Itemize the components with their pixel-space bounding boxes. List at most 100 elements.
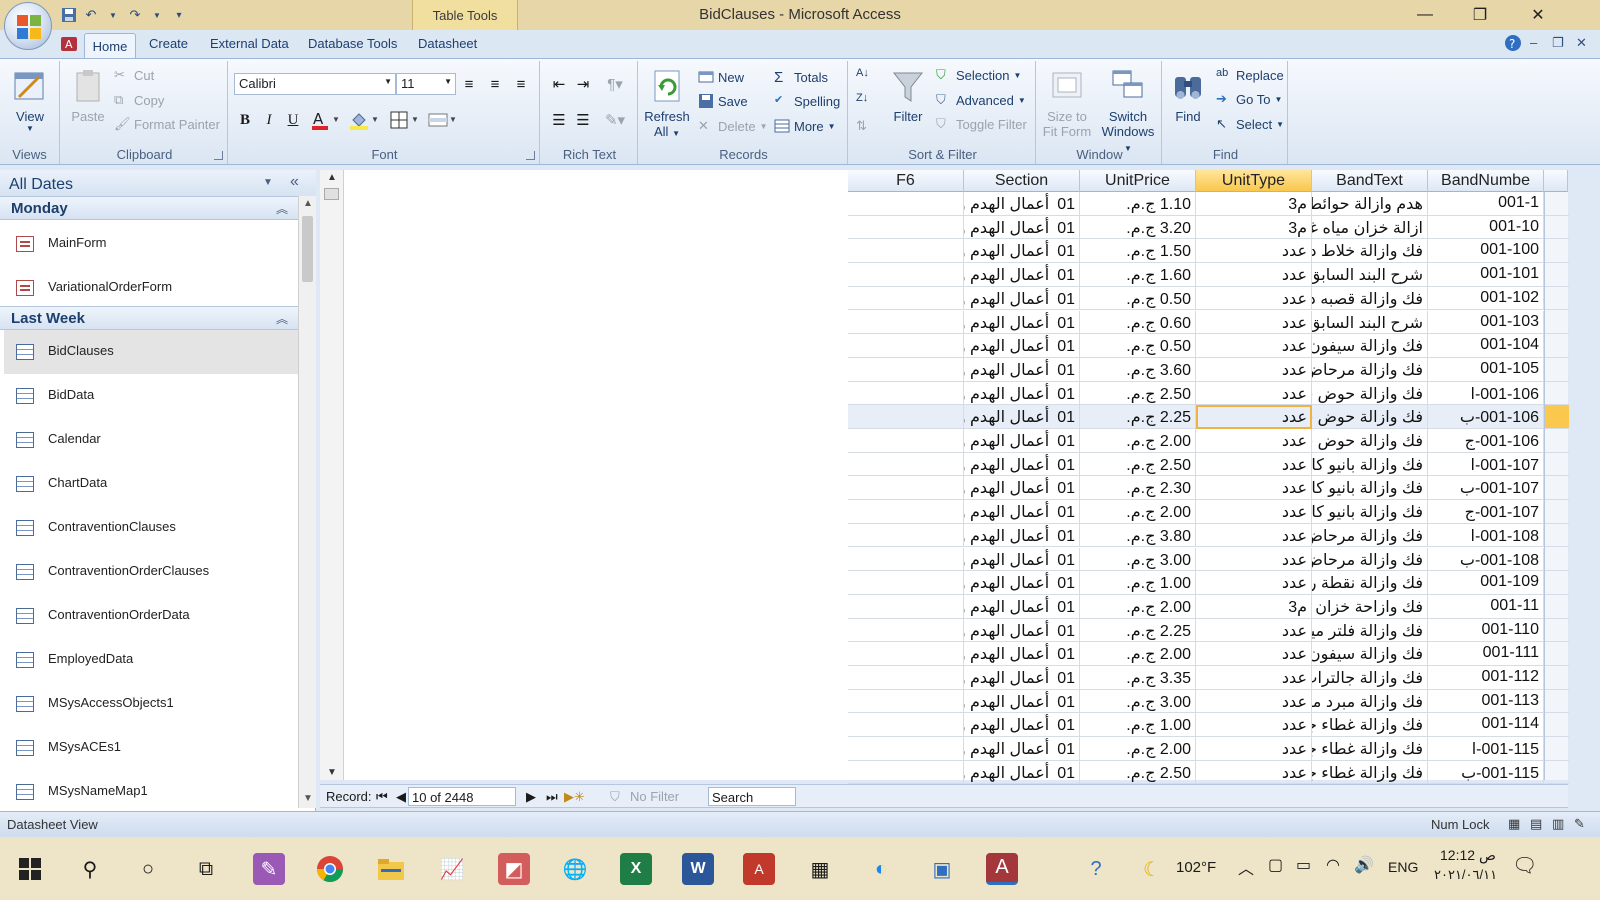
cell-text[interactable]: فك وازالة غطاء جا — [1312, 737, 1428, 761]
cell-text[interactable]: فك وازالة خلاط دش — [1312, 239, 1428, 264]
design-view-icon[interactable]: ✎ — [1574, 816, 1585, 832]
acrobat-icon[interactable]: A — [743, 853, 775, 885]
cell-section[interactable]: 01 أعمال الهدم و — [964, 713, 1080, 738]
cell-f6[interactable] — [848, 334, 964, 358]
cell-price[interactable]: 3.20 ج.م. — [1080, 215, 1196, 240]
cell-text[interactable]: فك وازالة بانيو كامل — [1312, 500, 1428, 524]
table-row[interactable]: 01 أعمال الهدم و 2.00 ج.م. عدد فك وازالة غطا… — [848, 737, 1568, 761]
table-row[interactable]: 01 أعمال الهدم و 2.00 ج.م. عدد فك وازالة سيف… — [848, 642, 1568, 666]
nav-group-last-week[interactable]: Last Week ︽ — [0, 306, 298, 330]
cell-f6[interactable] — [848, 381, 964, 406]
cell-price[interactable]: 1.00 ج.م. — [1080, 571, 1196, 595]
cell-num[interactable]: 001-107-ب — [1428, 476, 1544, 501]
dialog-launcher-icon[interactable] — [526, 151, 535, 160]
cell-num[interactable]: 001-103 — [1428, 310, 1544, 335]
table-row[interactable]: 01 أعمال الهدم و 2.00 ج.م. عدد فك وازالة بان… — [848, 500, 1568, 524]
cell-section[interactable]: 01 أعمال الهدم و — [964, 571, 1080, 595]
cell-unit[interactable]: عدد — [1196, 476, 1312, 501]
cell-text[interactable]: فك وازالة مرحاض — [1312, 523, 1428, 548]
cell-f6[interactable] — [848, 310, 964, 335]
row-selector[interactable] — [1545, 263, 1569, 287]
battery-icon[interactable]: ▭ — [1296, 855, 1311, 875]
table-row[interactable]: 01 أعمال الهدم و 2.50 ج.م. عدد فك وازالة غطا… — [848, 760, 1568, 785]
access-app-icon[interactable]: A — [986, 853, 1018, 885]
cell-unit[interactable]: عدد — [1196, 547, 1312, 572]
cell-section[interactable]: 01 أعمال الهدم و — [964, 192, 1080, 216]
cell-price[interactable]: 0.50 ج.م. — [1080, 286, 1196, 311]
select-all-corner[interactable] — [1544, 170, 1568, 192]
cell-section[interactable]: 01 أعمال الهدم و — [964, 618, 1080, 643]
row-selector[interactable] — [1545, 666, 1569, 690]
cell-section[interactable]: 01 أعمال الهدم و — [964, 405, 1080, 429]
ribbon-close-icon[interactable]: ✕ — [1576, 35, 1587, 51]
cell-text[interactable]: فك وازالة مرحاض — [1312, 547, 1428, 572]
cell-section[interactable]: 01 أعمال الهدم و — [964, 760, 1080, 785]
nav-item-variationalorderform[interactable]: VariationalOrderForm — [4, 266, 298, 310]
cell-text[interactable]: فك وازالة غطاء جا — [1312, 760, 1428, 785]
cell-text[interactable]: هدم وازالة حوائط د — [1312, 192, 1428, 216]
italic-button[interactable]: I — [258, 109, 280, 131]
first-record-icon[interactable]: ⏮ — [376, 789, 388, 805]
cell-num[interactable]: 001-106-ب — [1428, 405, 1544, 429]
row-selector[interactable] — [1545, 382, 1569, 406]
format-painter-button[interactable]: 🖌 Format Painter — [114, 116, 220, 132]
new-record-button[interactable]: New — [698, 69, 744, 85]
cell-section[interactable]: 01 أعمال الهدم و — [964, 215, 1080, 240]
scroll-up-icon[interactable]: ▲ — [303, 198, 313, 209]
cell-f6[interactable] — [848, 666, 964, 690]
cell-section[interactable]: 01 أعمال الهدم و — [964, 476, 1080, 501]
cell-text[interactable]: فك وازالة سيفون أر — [1312, 642, 1428, 666]
cell-section[interactable]: 01 أعمال الهدم و — [964, 429, 1080, 453]
cell-price[interactable]: 2.25 ج.م. — [1080, 618, 1196, 643]
cell-f6[interactable] — [848, 760, 964, 785]
cell-f6[interactable] — [848, 452, 964, 477]
chevron-up-icon[interactable]: ︿ — [1238, 855, 1254, 879]
cell-num[interactable]: 001-111 — [1428, 642, 1544, 666]
table-row[interactable]: 01 أعمال الهدم و 3.35 ج.م. عدد فك وازالة جال… — [848, 666, 1568, 690]
paste-button[interactable]: Paste — [66, 63, 110, 124]
cell-num[interactable]: 001-108-ا — [1428, 523, 1544, 548]
cell-f6[interactable] — [848, 689, 964, 714]
datasheet-view-icon[interactable]: ▦ — [1508, 816, 1520, 832]
cell-num[interactable]: 001-112 — [1428, 666, 1544, 690]
device-icon[interactable]: ▢ — [1268, 855, 1283, 875]
cell-f6[interactable] — [848, 642, 964, 666]
cell-num[interactable]: 001-104 — [1428, 334, 1544, 358]
cell-text[interactable]: فك وازالة حوض قد — [1312, 405, 1428, 429]
cell-unit[interactable]: م3 — [1196, 594, 1312, 619]
cell-unit[interactable]: عدد — [1196, 452, 1312, 477]
clock-time[interactable]: 12:12 ص — [1440, 847, 1496, 864]
table-row[interactable]: 01 أعمال الهدم و 2.25 ج.م. عدد فك وازالة حوض… — [848, 405, 1568, 429]
table-row[interactable]: 01 أعمال الهدم و 1.50 ج.م. عدد فك وازالة خلا… — [848, 239, 1568, 264]
cell-num[interactable]: 001-11 — [1428, 594, 1544, 619]
highlight-icon[interactable]: ✎▾ — [598, 109, 632, 131]
chevron-down-icon[interactable]: ▼ — [263, 177, 273, 188]
ribbon-minimize-icon[interactable]: – — [1530, 35, 1537, 50]
cell-price[interactable]: 2.25 ج.م. — [1080, 405, 1196, 429]
row-selector[interactable] — [1545, 453, 1569, 477]
notifications-icon[interactable]: 🗨 — [1512, 853, 1537, 878]
cell-num[interactable]: 001-106-ا — [1428, 381, 1544, 406]
collapse-group-icon[interactable]: ︽ — [276, 200, 288, 217]
cell-unit[interactable]: عدد — [1196, 571, 1312, 595]
row-selector[interactable] — [1545, 311, 1569, 335]
customize-toolbar-icon[interactable]: ▾ — [170, 6, 188, 24]
next-record-icon[interactable]: ▶ — [526, 789, 536, 805]
cell-unit[interactable]: عدد — [1196, 263, 1312, 287]
cell-num[interactable]: 001-10 — [1428, 215, 1544, 240]
table-row[interactable]: 01 أعمال الهدم و 2.25 ج.م. عدد فك وازالة فلت… — [848, 618, 1568, 643]
cell-section[interactable]: 01 أعمال الهدم و — [964, 666, 1080, 690]
cell-num[interactable]: 001-107-ج — [1428, 500, 1544, 524]
table-row[interactable]: 01 أعمال الهدم و 3.20 ج.م. م3 ازالة خزان ميا… — [848, 215, 1568, 240]
cell-unit[interactable]: عدد — [1196, 642, 1312, 666]
cell-section[interactable]: 01 أعمال الهدم و — [964, 642, 1080, 666]
nav-group-monday[interactable]: Monday ︽ — [0, 196, 298, 220]
chrome-icon[interactable] — [314, 853, 346, 885]
cell-num[interactable]: 001-109 — [1428, 571, 1544, 595]
cell-unit[interactable]: عدد — [1196, 334, 1312, 358]
help-icon[interactable]: ? — [1504, 34, 1522, 55]
cell-f6[interactable] — [848, 286, 964, 311]
row-selector[interactable] — [1545, 713, 1569, 738]
row-selector[interactable] — [1545, 571, 1569, 595]
row-selector[interactable] — [1545, 595, 1569, 619]
